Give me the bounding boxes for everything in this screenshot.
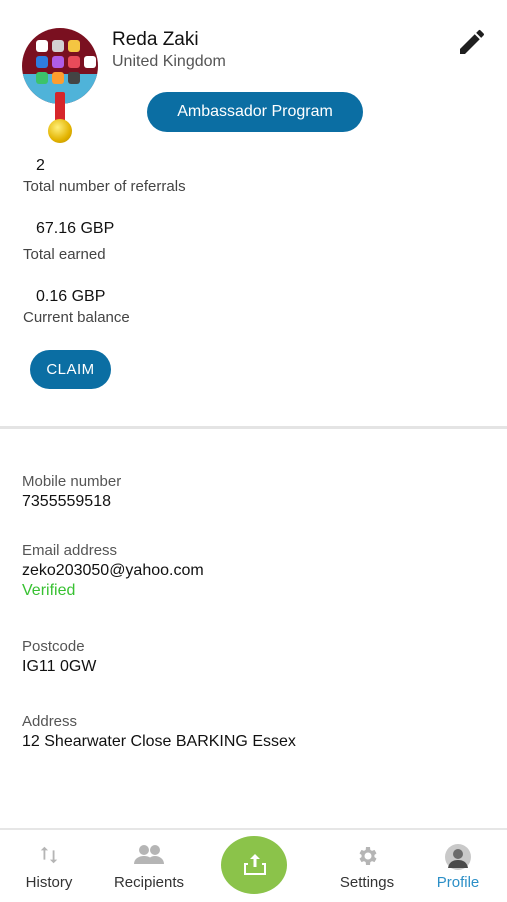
tab-profile-label: Profile: [436, 874, 480, 891]
tab-settings[interactable]: Settings: [320, 830, 414, 902]
tab-history[interactable]: History: [10, 830, 88, 902]
send-money-button[interactable]: [221, 836, 287, 894]
edit-pencil-icon[interactable]: [456, 26, 488, 58]
people-icon: [133, 844, 165, 871]
mobile-label: Mobile number: [22, 473, 122, 490]
tab-settings-label: Settings: [339, 874, 395, 891]
email-verified-status: Verified: [22, 582, 76, 599]
avatar-icon: [445, 844, 471, 875]
send-upload-icon: [241, 852, 269, 883]
address-value: 12 Shearwater Close BARKING Essex: [22, 733, 296, 750]
mobile-value: 7355559518: [22, 493, 111, 510]
referrals-value: 2: [36, 157, 45, 174]
balance-label: Current balance: [23, 309, 130, 326]
medal-icon: [48, 119, 72, 143]
profile-country: United Kingdom: [112, 53, 226, 70]
balance-value: 0.16 GBP: [36, 288, 106, 305]
tab-recipients[interactable]: Recipients: [104, 830, 194, 902]
postcode-value: IG11 0GW: [22, 658, 97, 675]
gear-icon: [355, 844, 379, 873]
address-label: Address: [22, 713, 78, 730]
tab-profile[interactable]: Profile: [420, 830, 496, 902]
profile-name: Reda Zaki: [112, 29, 199, 50]
sort-arrows-icon: [38, 844, 60, 871]
tab-history-label: History: [25, 874, 73, 891]
email-value: zeko203050@yahoo.com: [22, 562, 204, 579]
tab-recipients-label: Recipients: [113, 874, 185, 891]
section-divider: [0, 426, 507, 429]
postcode-label: Postcode: [22, 638, 85, 655]
ambassador-program-button[interactable]: Ambassador Program: [147, 92, 363, 132]
claim-button[interactable]: CLAIM: [30, 350, 111, 389]
referrals-label: Total number of referrals: [23, 178, 186, 195]
earned-label: Total earned: [23, 246, 106, 263]
email-label: Email address: [22, 542, 118, 559]
earned-value: 67.16 GBP: [36, 220, 115, 237]
